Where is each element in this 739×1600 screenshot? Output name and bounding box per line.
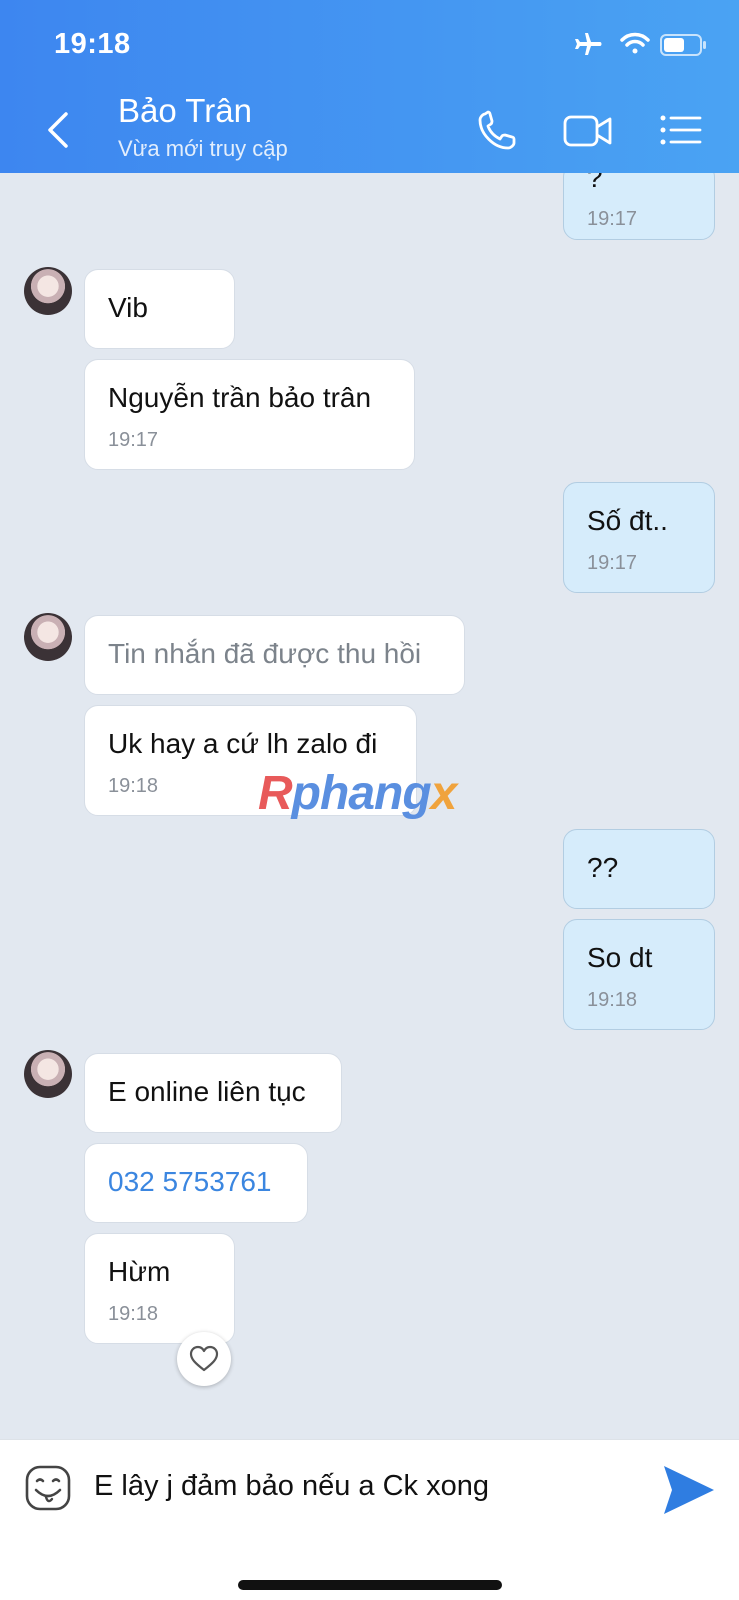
message-bubble-sent[interactable]: ? 19:17	[563, 173, 715, 240]
video-call-icon[interactable]	[562, 108, 614, 152]
wifi-icon	[620, 32, 650, 54]
status-icons	[575, 32, 706, 56]
message-bubble-received[interactable]: E online liên tục	[84, 1053, 342, 1133]
message-text: Hừm	[108, 1256, 171, 1287]
avatar[interactable]	[24, 267, 72, 315]
message-bubble-received[interactable]: Vib	[84, 269, 235, 349]
message-time: 19:18	[108, 1303, 159, 1325]
home-indicator	[238, 1580, 502, 1590]
message-input[interactable]: E lây j đảm bảo nếu a Ck xong	[94, 1470, 489, 1503]
last-seen-status: Vừa mới truy cập	[118, 136, 288, 161]
message-text: Nguyễn trần bảo trân	[108, 382, 372, 413]
heart-icon	[189, 1345, 219, 1372]
message-bubble-sent[interactable]: Số đt.. 19:17	[563, 482, 715, 593]
phone-icon[interactable]	[476, 108, 522, 152]
message-text: E online liên tục	[108, 1076, 306, 1107]
message-bubble-recalled[interactable]: Tin nhắn đã được thu hồi	[84, 615, 465, 695]
message-bubble-received[interactable]: Hừm 19:18	[84, 1233, 235, 1344]
chat-header: 19:18 Bảo Trân Vừa mới truy cập	[0, 0, 739, 173]
back-arrow-icon[interactable]	[40, 110, 76, 150]
message-text: So dt	[587, 942, 653, 973]
send-icon[interactable]	[660, 1462, 716, 1518]
message-time: 19:17	[587, 208, 638, 230]
message-text: Số đt..	[587, 505, 668, 536]
message-bubble-sent[interactable]: ??	[563, 829, 715, 909]
watermark-logo: Rphangx	[258, 767, 457, 820]
sticker-emoji-icon[interactable]	[24, 1464, 72, 1512]
airplane-icon	[575, 33, 602, 55]
contact-name[interactable]: Bảo Trân	[118, 92, 252, 130]
phone-number-link[interactable]: 032 5753761	[84, 1143, 308, 1223]
message-text: Vib	[108, 292, 148, 323]
message-text[interactable]: 032 5753761	[108, 1166, 272, 1198]
status-time: 19:18	[54, 28, 131, 60]
message-time: 19:18	[587, 989, 638, 1011]
message-time: 19:17	[587, 552, 638, 574]
react-heart-button[interactable]	[177, 1332, 231, 1386]
message-composer: E lây j đảm bảo nếu a Ck xong	[0, 1439, 739, 1600]
avatar[interactable]	[24, 1050, 72, 1098]
battery-icon	[660, 34, 706, 56]
message-list[interactable]: ? 19:17 Vib Nguyễn trần bảo trân 19:17 S…	[0, 173, 739, 1439]
menu-list-icon[interactable]	[658, 108, 704, 152]
message-text: Tin nhắn đã được thu hồi	[108, 638, 422, 669]
message-time: 19:18	[108, 775, 159, 797]
message-text: ?	[587, 173, 603, 193]
message-text: ??	[587, 852, 619, 883]
message-bubble-sent[interactable]: So dt 19:18	[563, 919, 715, 1030]
message-text: Uk hay a cứ lh zalo đi	[108, 728, 378, 759]
message-bubble-received[interactable]: Nguyễn trần bảo trân 19:17	[84, 359, 415, 470]
avatar[interactable]	[24, 613, 72, 661]
message-time: 19:17	[108, 429, 159, 451]
